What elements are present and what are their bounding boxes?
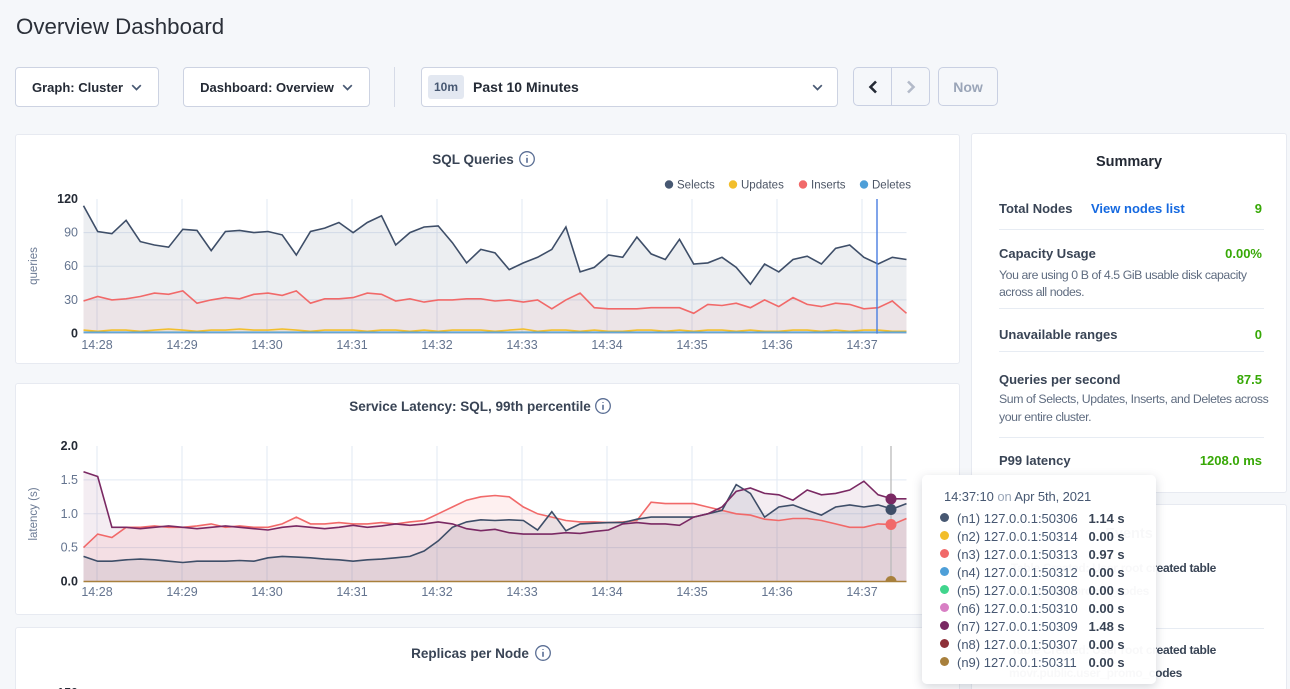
svg-text:14:32: 14:32 bbox=[421, 585, 452, 599]
svg-text:14:30: 14:30 bbox=[251, 585, 282, 599]
svg-text:Inserts: Inserts bbox=[811, 180, 846, 192]
svg-text:14:28: 14:28 bbox=[81, 338, 112, 352]
svg-text:latency (s): latency (s) bbox=[28, 487, 40, 540]
svg-text:14:33: 14:33 bbox=[506, 338, 537, 352]
svg-text:14:31: 14:31 bbox=[336, 585, 367, 599]
svg-text:0: 0 bbox=[71, 327, 78, 341]
svg-text:14:37: 14:37 bbox=[846, 338, 877, 352]
svg-text:1.5: 1.5 bbox=[61, 473, 78, 487]
svg-text:SQL Queries: SQL Queries bbox=[432, 152, 514, 167]
svg-text:14:35: 14:35 bbox=[676, 585, 707, 599]
svg-text:Selects: Selects bbox=[677, 180, 715, 192]
svg-text:14:29: 14:29 bbox=[166, 338, 197, 352]
svg-text:Service Latency: SQL, 99th per: Service Latency: SQL, 99th percentile bbox=[349, 399, 591, 414]
svg-text:14:37: 14:37 bbox=[846, 585, 877, 599]
svg-text:14:29: 14:29 bbox=[166, 585, 197, 599]
svg-text:Deletes: Deletes bbox=[872, 180, 911, 192]
svg-text:30: 30 bbox=[64, 293, 78, 307]
svg-text:14:30: 14:30 bbox=[251, 338, 282, 352]
svg-text:2.0: 2.0 bbox=[61, 439, 78, 453]
svg-text:14:31: 14:31 bbox=[336, 338, 367, 352]
svg-text:Replicas per Node: Replicas per Node bbox=[411, 646, 529, 661]
svg-text:14:36: 14:36 bbox=[761, 338, 792, 352]
svg-text:1.0: 1.0 bbox=[61, 507, 78, 521]
svg-text:14:35: 14:35 bbox=[676, 338, 707, 352]
svg-text:60: 60 bbox=[64, 259, 78, 273]
svg-text:0.0: 0.0 bbox=[61, 575, 78, 589]
svg-text:14:33: 14:33 bbox=[506, 585, 537, 599]
svg-text:14:28: 14:28 bbox=[81, 585, 112, 599]
svg-text:90: 90 bbox=[64, 226, 78, 240]
svg-text:14:34: 14:34 bbox=[591, 338, 622, 352]
svg-text:14:32: 14:32 bbox=[421, 338, 452, 352]
svg-text:14:36: 14:36 bbox=[761, 585, 792, 599]
svg-text:120: 120 bbox=[57, 192, 78, 206]
svg-text:queries: queries bbox=[28, 247, 40, 285]
svg-text:14:34: 14:34 bbox=[591, 585, 622, 599]
svg-text:0.5: 0.5 bbox=[61, 541, 78, 555]
svg-text:Updates: Updates bbox=[741, 180, 784, 192]
